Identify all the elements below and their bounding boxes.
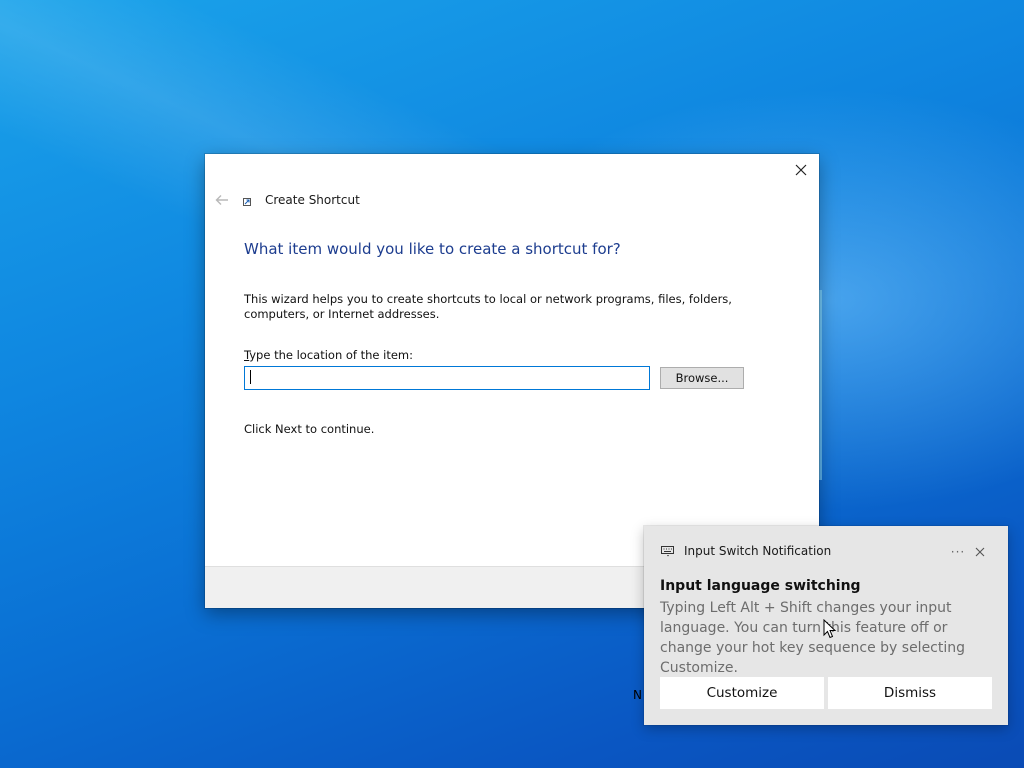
text-caret [250,370,251,384]
close-icon [795,164,807,176]
notification-close-button[interactable] [972,544,988,560]
desktop-partial-text: N [633,688,642,702]
window-title: Create Shortcut [265,193,360,207]
back-arrow-icon [215,195,228,205]
continue-hint: Click Next to continue. [244,422,375,436]
close-icon [975,547,985,557]
wizard-heading: What item would you like to create a sho… [244,240,621,258]
notification-app-name: Input Switch Notification [684,544,832,558]
location-input[interactable] [244,366,650,390]
browse-button[interactable]: Browse... [660,367,744,389]
location-label: Type the location of the item: [244,348,413,362]
notification-title: Input language switching [660,578,861,594]
location-label-text: ype the location of the item: [249,348,414,362]
keyboard-icon [660,545,674,557]
close-button[interactable] [787,156,815,184]
mouse-pointer-icon [823,619,837,639]
more-options-icon[interactable]: ··· [949,544,967,560]
customize-button[interactable]: Customize [660,677,824,709]
title-row: Create Shortcut [213,190,360,210]
desktop: N Create Shortcut What item would you li… [0,0,1024,768]
shortcut-icon [243,194,255,206]
dismiss-button[interactable]: Dismiss [828,677,992,709]
back-button[interactable] [213,191,231,209]
wizard-description: This wizard helps you to create shortcut… [244,292,732,321]
notification-header: Input Switch Notification [660,544,831,558]
